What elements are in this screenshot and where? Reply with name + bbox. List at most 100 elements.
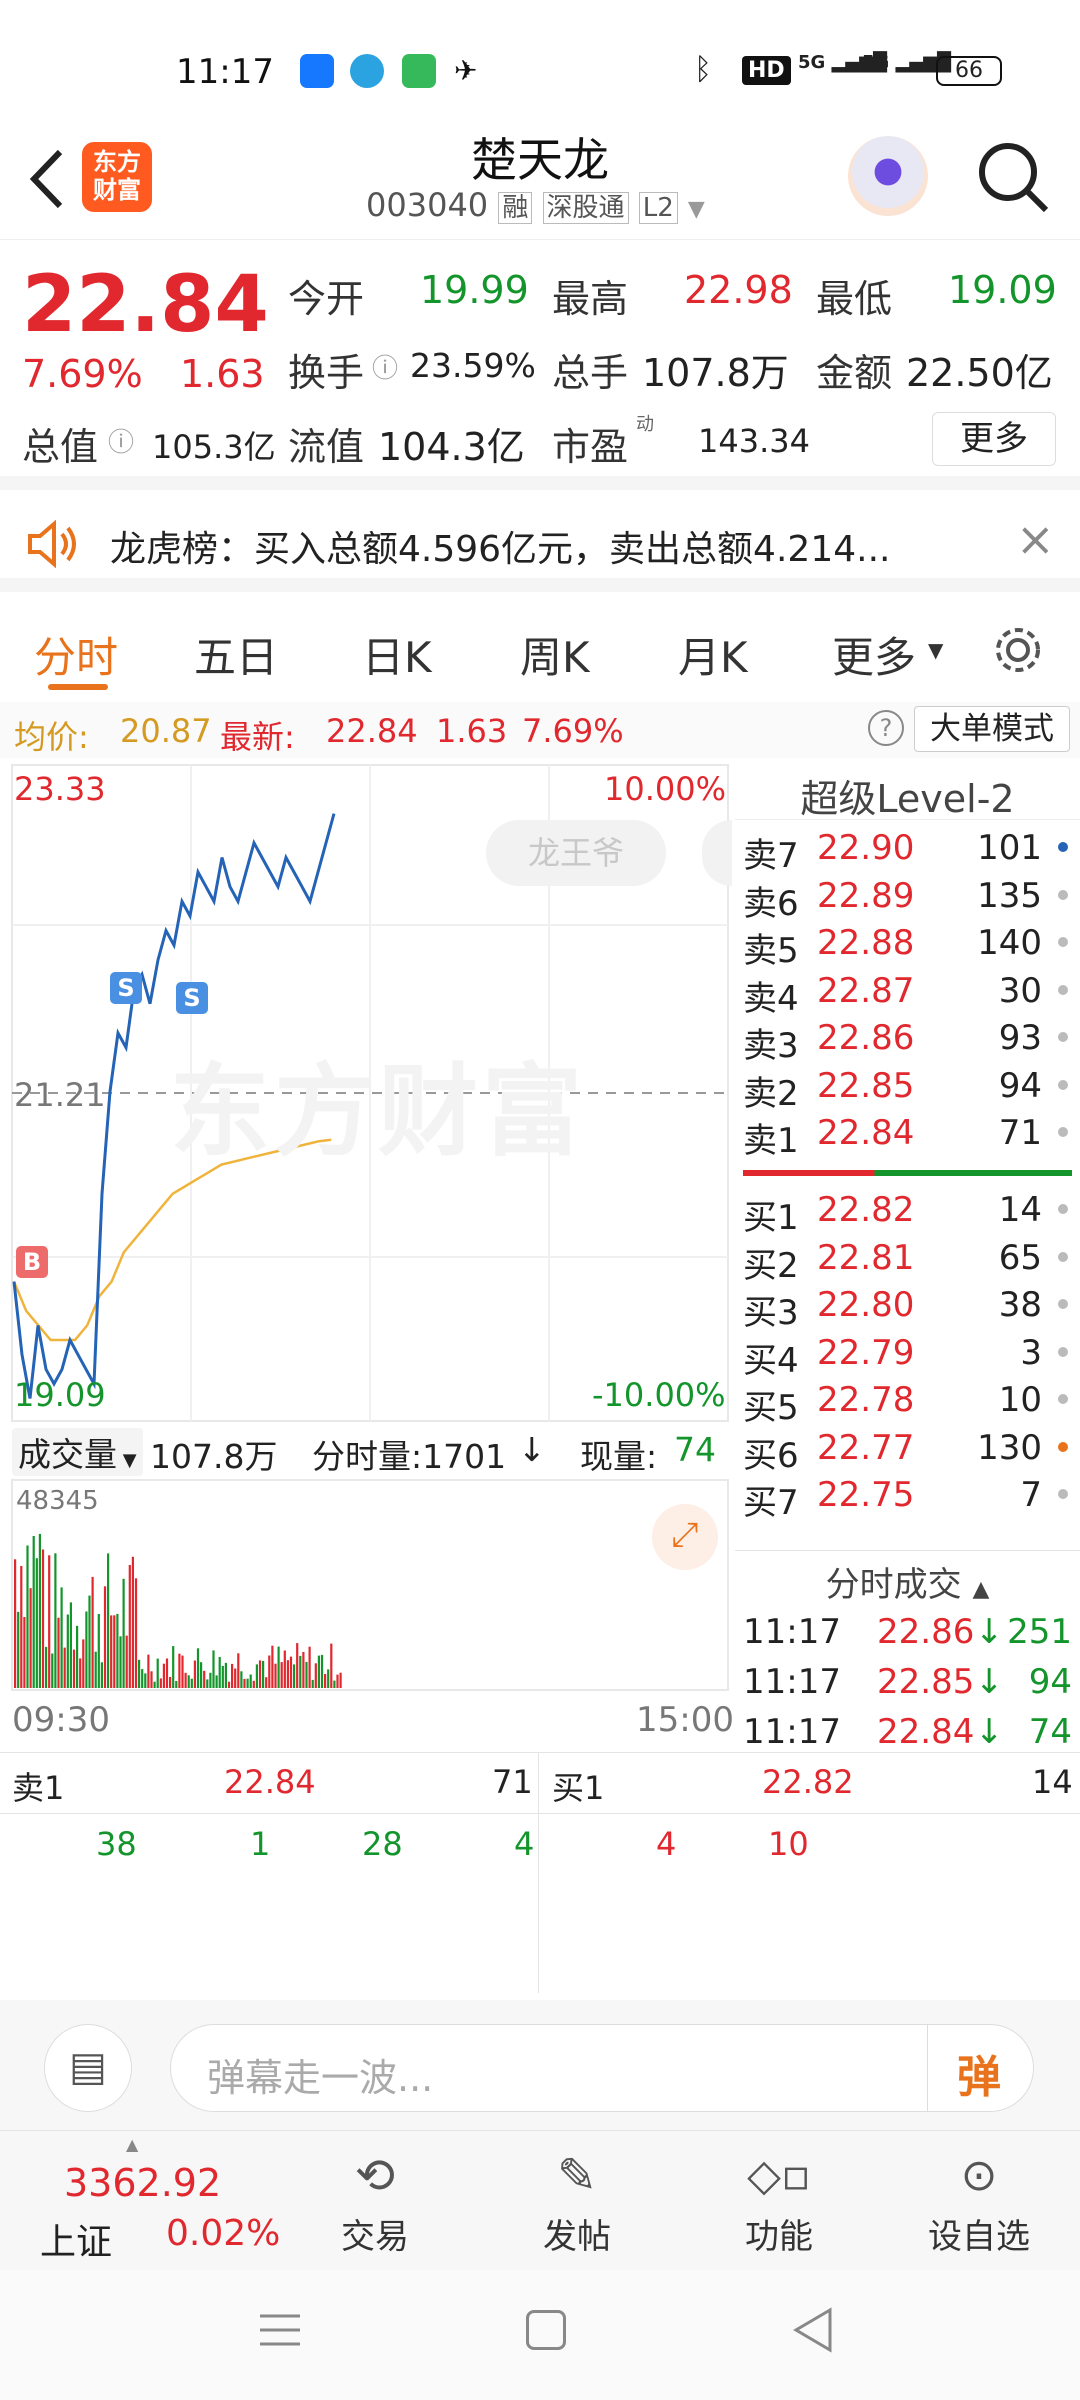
ask-level-row[interactable]: 卖1 22.84 71 [743,1113,1072,1161]
queue-divider [538,1753,539,1993]
back-nav-icon[interactable] [790,2306,834,2354]
order-book: 超级Level-2 卖7 22.90 101 卖6 22.89 135 卖5 22.88 140… [735,760,1080,1752]
open-value: 19.99 [420,268,529,312]
volume-bar [35,1558,38,1688]
level2-title[interactable]: 超级Level-2 [735,768,1080,821]
volume-bar [175,1681,178,1688]
volume-bar [131,1556,134,1688]
volume-bar [240,1671,243,1688]
nav-trade[interactable]: ⟲ 交易 [300,2143,450,2258]
battery-level: 66 [955,58,983,83]
ask-level-volume: 93 [998,1018,1042,1058]
ask-level-row[interactable]: 卖5 22.88 140 [743,923,1072,971]
volume-bar [333,1680,336,1688]
search-icon[interactable] [976,140,1052,216]
bottom-price-label: 19.09 [14,1376,106,1414]
bid-level-row[interactable]: 买3 22.80 38 [743,1285,1072,1333]
nav-watchlist[interactable]: ⊙ 设自选 [904,2143,1054,2258]
volume-bar [324,1674,327,1688]
turnover-info-icon[interactable]: ⓘ [372,348,398,385]
home-icon[interactable] [526,2310,566,2350]
ask-level-row[interactable]: 卖3 22.86 93 [743,1018,1072,1066]
volume-bar [305,1661,308,1688]
bid-level-price: 22.75 [817,1475,915,1515]
bid-level-row[interactable]: 买6 22.77 130 [743,1428,1072,1476]
bid-level-row[interactable]: 买2 22.81 65 [743,1237,1072,1286]
bid-level-row[interactable]: 买7 22.75 7 [743,1475,1072,1523]
big-order-mode-button[interactable]: 大单模式 [914,706,1070,752]
order-flag-dot [1058,889,1068,900]
sell-marker-1[interactable]: S [110,972,142,1004]
volume-bar [311,1679,314,1688]
close-icon[interactable]: × [1016,512,1055,566]
ask-level-row[interactable]: 卖4 22.87 30 [743,971,1072,1019]
message-icon [402,54,436,88]
volume-bar [268,1655,271,1688]
volume-bar [289,1656,293,1688]
sell-marker-2[interactable]: S [176,982,208,1014]
bid-level-price: 22.78 [817,1380,915,1420]
last-price: 22.84 [22,260,269,350]
bid-queue-item: 4 [656,1825,677,1863]
bid-level-volume: 7 [1020,1475,1042,1515]
volume-bar [181,1655,184,1688]
tab-intraday[interactable]: 分时 [34,624,118,685]
dragon-king-badge[interactable]: 龙王爷 [486,820,666,886]
volume-bar [23,1617,26,1688]
bid-level-row[interactable]: 买1 22.82 14 [743,1190,1072,1238]
volume-bar [203,1670,206,1688]
more-button[interactable]: 更多 [932,412,1056,466]
mktcap-info-icon[interactable]: ⓘ [108,422,134,459]
ask-level-row[interactable]: 卖6 22.89 135 [743,876,1072,924]
notes-icon[interactable]: ▤ [44,2024,132,2112]
help-icon[interactable]: ? [868,710,904,746]
volume-bar [110,1615,113,1688]
ask-level-volume: 140 [977,923,1042,963]
mid-price-label: 21.21 [14,1076,106,1114]
menu-icon[interactable] [256,2310,304,2350]
volume-bar [91,1576,94,1688]
settings-gear-icon[interactable] [990,622,1046,678]
tag-connect: 深股通 [542,192,629,224]
volume-bar [249,1674,252,1688]
change-amt: 1.63 [180,352,265,396]
volume-selector[interactable]: 成交量 ▼ [12,1428,143,1476]
expand-icon[interactable]: ⤢ [652,1504,718,1570]
bid-level-row[interactable]: 买4 22.79 3 [743,1333,1072,1381]
battery-icon: 66 [936,56,1002,86]
volume-bar [144,1673,147,1688]
time-start: 09:30 [12,1700,110,1740]
mktcap-value: 105.3亿 [152,428,276,466]
bid-level-price: 22.80 [817,1285,915,1325]
order-flag-dot [1058,1441,1068,1452]
volume-bar [32,1536,35,1688]
ask-level-row[interactable]: 卖2 22.85 94 [743,1066,1072,1114]
trades-title-row[interactable]: 分时成交 ▲ [735,1550,1080,1606]
bid-level-row[interactable]: 买5 22.78 10 [743,1380,1072,1428]
index-widget[interactable]: ▲ 3362.92 上证 0.02% [30,2135,290,2263]
volume-bar [187,1675,190,1688]
volume-bar [218,1657,221,1688]
nav-functions[interactable]: ◇▫ 功能 [704,2143,854,2258]
ask-level-row[interactable]: 卖7 22.90 101 [743,828,1072,876]
comment-input[interactable]: 弹幕走一波... 弹 [170,2024,1034,2112]
nav-post[interactable]: ✎ 发帖 [502,2143,652,2258]
tab-weekly[interactable]: 周K [520,624,590,685]
volume-bar [45,1646,48,1688]
buy-marker[interactable]: B [16,1246,48,1278]
dragon-tiger-banner[interactable]: 龙虎榜：买入总额4.596亿元，卖出总额4.214... × [0,492,1080,592]
trade-time: 11:17 [743,1662,841,1702]
danmaku-toggle-icon[interactable]: 弹 [957,2041,1001,2105]
intraday-chart[interactable]: 东方财富 龙王爷 23.33 10.00% 21.21 19.09 -10.00… [0,760,734,1750]
ask-level-label: 卖4 [743,978,799,1019]
queue-panel: 卖1 22.84 71 买1 22.82 14 38 1 28 4 4 10 [0,1752,1080,1993]
tab-5day[interactable]: 五日 [194,624,278,685]
volume-bar [54,1553,57,1688]
volume-bar [82,1639,85,1688]
tab-more[interactable]: 更多 [832,624,916,685]
tab-monthly[interactable]: 月K [678,624,748,685]
tab-daily[interactable]: 日K [362,624,432,685]
stock-code-row[interactable]: 003040 融 深股通 L2 ▼ [366,186,705,224]
robot-avatar-icon[interactable] [848,136,928,216]
bid-level-volume: 65 [998,1237,1042,1278]
